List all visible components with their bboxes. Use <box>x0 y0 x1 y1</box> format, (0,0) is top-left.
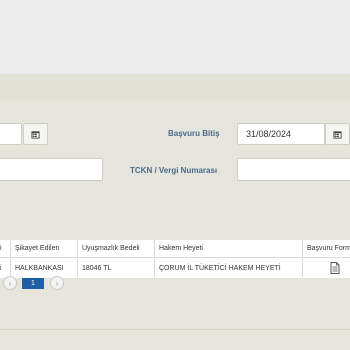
cell-hakem-heyeti: ÇORUM İL TÜKETİCİ HAKEM HEYETİ <box>155 259 303 277</box>
cell-basvuru-form[interactable] <box>303 259 350 277</box>
basvuru-bitis-calendar-button[interactable] <box>325 123 350 145</box>
basvuru-baslangic-calendar-button[interactable] <box>23 123 48 145</box>
calendar-icon <box>333 130 342 139</box>
cell-sikayet-edilen: HALKBANKASI <box>11 259 78 277</box>
top-band <box>0 0 350 74</box>
cell-uyusmazlik-bedeli: 18046 TL <box>78 259 155 277</box>
results-table: i Şikayet Edilen Uyuşmazlık Bedeli Hakem… <box>0 240 350 278</box>
tckn-input[interactable] <box>237 158 350 181</box>
next-page-button[interactable]: › <box>50 276 64 290</box>
tckn-label: TCKN / Vergi Numarası <box>130 166 218 175</box>
basvuru-baslangic-input[interactable] <box>0 123 22 145</box>
cell-i: i <box>0 259 11 277</box>
column-header-hakem-heyeti[interactable]: Hakem Heyeti <box>155 240 303 258</box>
search-panel <box>0 74 350 350</box>
calendar-icon <box>31 130 40 139</box>
basvuru-bitis-input[interactable]: 31/08/2024 <box>237 123 325 145</box>
prev-page-button[interactable]: ‹ <box>3 276 17 290</box>
bottom-divider <box>0 329 350 330</box>
column-header-i[interactable]: i <box>0 240 11 258</box>
column-header-uyusmazlik-bedeli[interactable]: Uyuşmazlık Bedeli <box>78 240 155 258</box>
panel-header <box>0 74 350 100</box>
document-icon[interactable] <box>330 262 340 274</box>
basvuru-bitis-label: Başvuru Bitiş <box>168 129 220 138</box>
basvuru-bitis-value: 31/08/2024 <box>246 129 292 139</box>
column-header-sikayet-edilen[interactable]: Şikayet Edilen <box>11 240 78 258</box>
current-page[interactable]: 1 <box>22 278 44 289</box>
column-header-basvuru-form[interactable]: Başvuru Form <box>303 240 350 258</box>
left-filter-input[interactable] <box>0 158 103 181</box>
